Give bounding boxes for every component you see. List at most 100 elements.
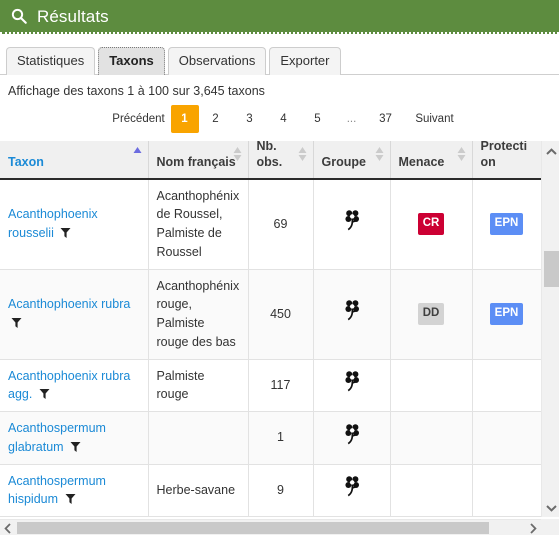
cell-nom-francais: Herbe-savane [148,464,249,517]
horizontal-scrollbar[interactable] [0,519,559,535]
cell-menace: DD [390,269,473,360]
cell-protection [472,359,541,412]
cell-taxon: Acanthophoenix rousselii [0,178,149,270]
protection-badge[interactable]: EPN [489,303,524,325]
cell-protection: EPN [472,178,541,270]
tab-exporter[interactable]: Exporter [269,46,341,75]
pagination-next[interactable]: Suivant [403,105,467,133]
funnel-icon[interactable] [39,388,50,400]
sort-both-icon [233,147,241,161]
cell-taxon: Acanthospermum hispidum [0,464,149,517]
flower-icon[interactable] [341,208,363,234]
scroll-right-icon[interactable] [525,520,541,535]
cell-nb-obs: 117 [248,359,314,412]
column-header-nom-francais[interactable]: Nom français [148,141,249,180]
results-summary: Affichage des taxons 1 à 100 sur 3,645 t… [8,84,265,98]
sort-both-icon [375,147,383,161]
column-header-taxon-label: Taxon [8,154,44,169]
column-header-menace-label: Menace [398,154,445,169]
pagination-page-37[interactable]: 37 [369,105,403,133]
cell-taxon: Acanthophoenix rubra [0,269,149,360]
protection-badge[interactable]: EPN [489,213,524,235]
pagination-page-3[interactable]: 3 [233,105,267,133]
cell-menace: CR [390,178,473,270]
funnel-icon[interactable] [65,493,76,505]
tab-taxons[interactable]: Taxons [98,46,165,75]
tab-observations[interactable]: Observations [167,46,267,75]
tab-bar: Statistiques Taxons Observations Exporte… [0,34,559,75]
taxon-table: Taxon Nom français Nb. obs. Groupe Menac… [0,141,541,517]
cell-menace [390,359,473,412]
cell-groupe [313,464,391,517]
vertical-scrollbar[interactable] [541,141,559,517]
table-row[interactable]: Acanthophoenix rubra agg. Palmiste rouge… [0,359,541,412]
tab-statistiques[interactable]: Statistiques [6,46,96,75]
table-row[interactable]: Acanthospermum hispidum Herbe-savane 9 [0,464,541,517]
column-header-groupe-label: Groupe [321,154,366,169]
funnel-icon[interactable] [11,317,22,329]
table-header-row: Taxon Nom français Nb. obs. Groupe Menac… [0,141,541,180]
cell-taxon: Acanthophoenix rubra agg. [0,359,149,412]
taxon-table-head: Taxon Nom français Nb. obs. Groupe Menac… [0,141,541,180]
scroll-up-icon[interactable] [542,143,559,161]
table-row[interactable]: Acanthophoenix rousselii Acanthophénix d… [0,178,541,270]
taxon-link[interactable]: Acanthophoenix rubra [8,297,130,311]
cell-groupe [313,178,391,270]
cell-menace [390,464,473,517]
scroll-left-icon[interactable] [0,520,16,535]
taxon-table-body: Acanthophoenix rousselii Acanthophénix d… [0,178,541,517]
funnel-icon[interactable] [60,227,71,239]
cell-groupe [313,411,391,465]
taxon-link[interactable]: Acanthospermum glabratum [8,421,106,454]
cell-nb-obs: 9 [248,464,314,517]
cell-groupe [313,359,391,412]
table-row[interactable]: Acanthophoenix rubra Acanthophénix rouge… [0,269,541,360]
pagination-ellipsis: ... [346,113,357,125]
cell-protection [472,464,541,517]
cell-nom-francais: Acanthophénix rouge, Palmiste rouge des … [148,269,249,360]
column-header-taxon[interactable]: Taxon [0,141,149,180]
scrollbar-corner [541,519,559,535]
search-icon [11,8,27,24]
taxon-link[interactable]: Acanthophoenix rubra agg. [8,369,130,402]
page-title: Résultats [37,6,109,26]
table-row[interactable]: Acanthospermum glabratum 1 [0,411,541,465]
pagination-page-4[interactable]: 4 [267,105,301,133]
cell-nom-francais [148,411,249,465]
column-header-protection-label: Protection [480,141,528,169]
taxon-table-container: Taxon Nom français Nb. obs. Groupe Menac… [0,141,559,535]
flower-icon[interactable] [341,422,363,448]
scroll-down-icon[interactable] [542,499,559,517]
cell-nb-obs: 450 [248,269,314,360]
flower-icon[interactable] [341,298,363,324]
flower-icon[interactable] [341,369,363,395]
sort-ascending-icon [133,147,141,153]
taxon-table-scroll-area[interactable]: Taxon Nom français Nb. obs. Groupe Menac… [0,141,541,517]
pagination: Précédent 1 2 3 4 5 ... 37 Suivant [14,102,559,141]
column-header-nb-obs[interactable]: Nb. obs. [248,141,314,180]
pagination-previous[interactable]: Précédent [107,105,171,133]
status-badge[interactable]: CR [417,213,445,235]
cell-protection: EPN [472,269,541,360]
taxon-link[interactable]: Acanthospermum hispidum [8,474,106,507]
cell-groupe [313,269,391,360]
horizontal-scrollbar-thumb[interactable] [17,522,489,534]
status-badge[interactable]: DD [417,303,445,325]
column-header-groupe[interactable]: Groupe [313,141,391,180]
funnel-icon[interactable] [70,441,81,453]
pagination-page-5[interactable]: 5 [301,105,335,133]
cell-nom-francais: Palmiste rouge [148,359,249,412]
column-header-protection[interactable]: Protection [472,141,541,180]
cell-taxon: Acanthospermum glabratum [0,411,149,465]
cell-nb-obs: 1 [248,411,314,465]
taxon-link[interactable]: Acanthophoenix rousselii [8,207,98,240]
flower-icon[interactable] [341,474,363,500]
cell-menace [390,411,473,465]
sort-both-icon [457,147,465,161]
sort-both-icon [298,147,306,161]
app-header: Résultats [0,0,559,34]
pagination-page-1[interactable]: 1 [170,105,199,133]
pagination-page-2[interactable]: 2 [199,105,233,133]
vertical-scrollbar-thumb[interactable] [544,251,559,287]
column-header-menace[interactable]: Menace [390,141,473,180]
